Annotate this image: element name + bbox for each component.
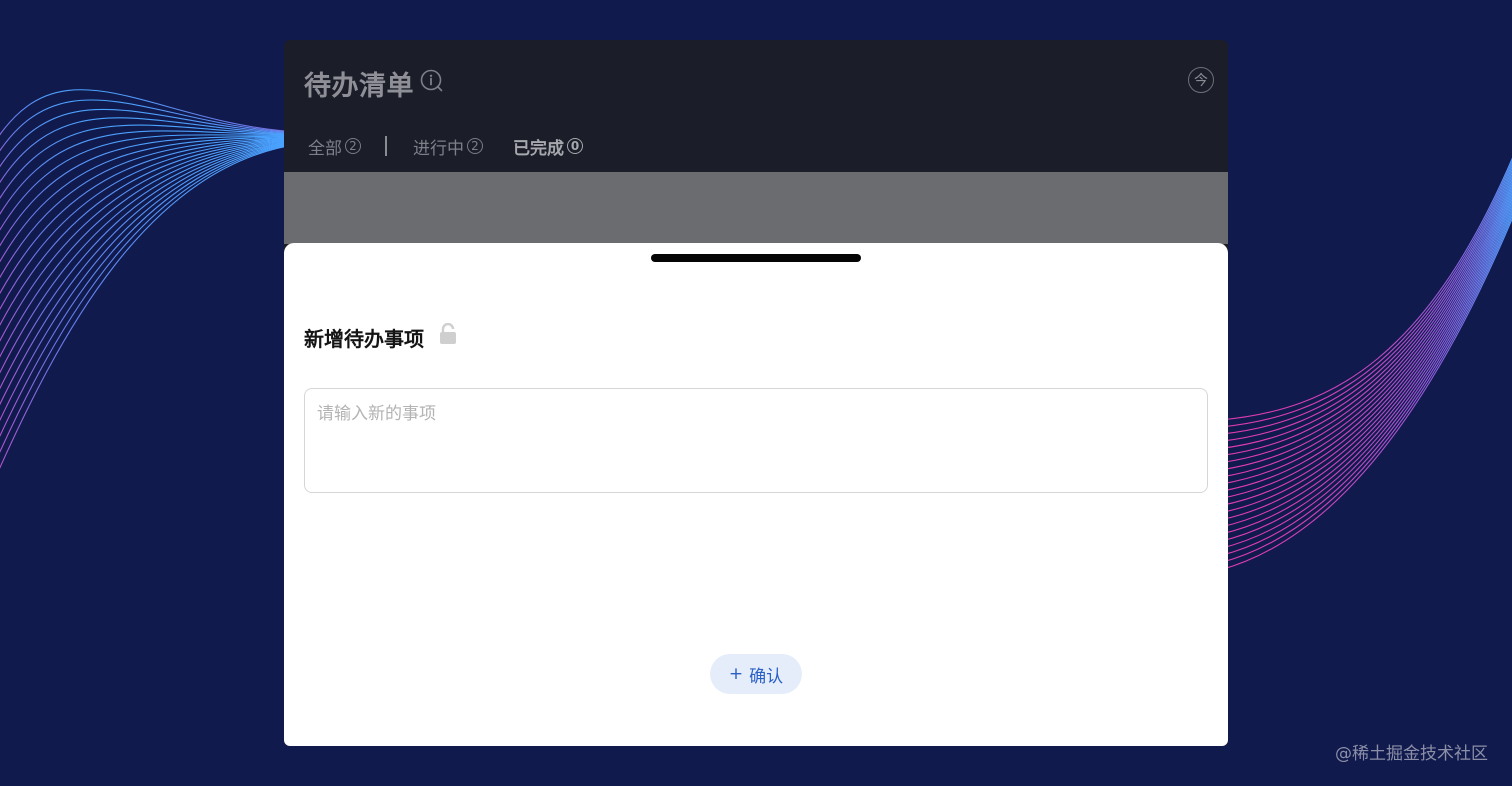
filter-tabs: 全部 2 进行中 2 已完成 0 bbox=[308, 133, 583, 159]
add-todo-sheet: 新增待办事项 + 确认 bbox=[284, 243, 1228, 746]
tab-completed[interactable]: 已完成 0 bbox=[513, 133, 583, 159]
plus-icon: + bbox=[728, 664, 744, 684]
tab-in-progress[interactable]: 进行中 2 bbox=[413, 133, 483, 159]
tab-completed-count: 0 bbox=[567, 138, 583, 154]
new-todo-input[interactable] bbox=[304, 388, 1208, 493]
tab-divider bbox=[385, 136, 387, 156]
unlocked-lock-icon bbox=[440, 323, 456, 344]
page-title: 待办清单 bbox=[304, 71, 414, 102]
tab-completed-label: 已完成 bbox=[513, 138, 564, 159]
watermark: @稀土掘金技术社区 bbox=[1335, 744, 1488, 764]
info-icon[interactable] bbox=[420, 69, 444, 93]
today-label: 今 bbox=[1194, 73, 1208, 89]
sheet-drag-handle[interactable] bbox=[651, 254, 861, 262]
tab-all-label: 全部 bbox=[308, 138, 342, 159]
sheet-title: 新增待办事项 bbox=[304, 327, 424, 351]
tab-all-count: 2 bbox=[345, 138, 361, 154]
confirm-label: 确认 bbox=[749, 666, 784, 687]
today-button[interactable]: 今 bbox=[1188, 67, 1214, 93]
app-header: 待办清单 今 全部 2 进行中 2 已完成 0 bbox=[284, 40, 1228, 172]
confirm-button[interactable]: + 确认 bbox=[710, 654, 802, 694]
todo-app-window: 待办清单 今 全部 2 进行中 2 已完成 0 新增待办事项 请输入新的事项 +… bbox=[284, 40, 1228, 746]
modal-backdrop[interactable] bbox=[284, 172, 1228, 244]
tab-in-progress-count: 2 bbox=[467, 138, 483, 154]
tab-all[interactable]: 全部 2 bbox=[308, 133, 361, 159]
tab-in-progress-label: 进行中 bbox=[413, 138, 464, 159]
